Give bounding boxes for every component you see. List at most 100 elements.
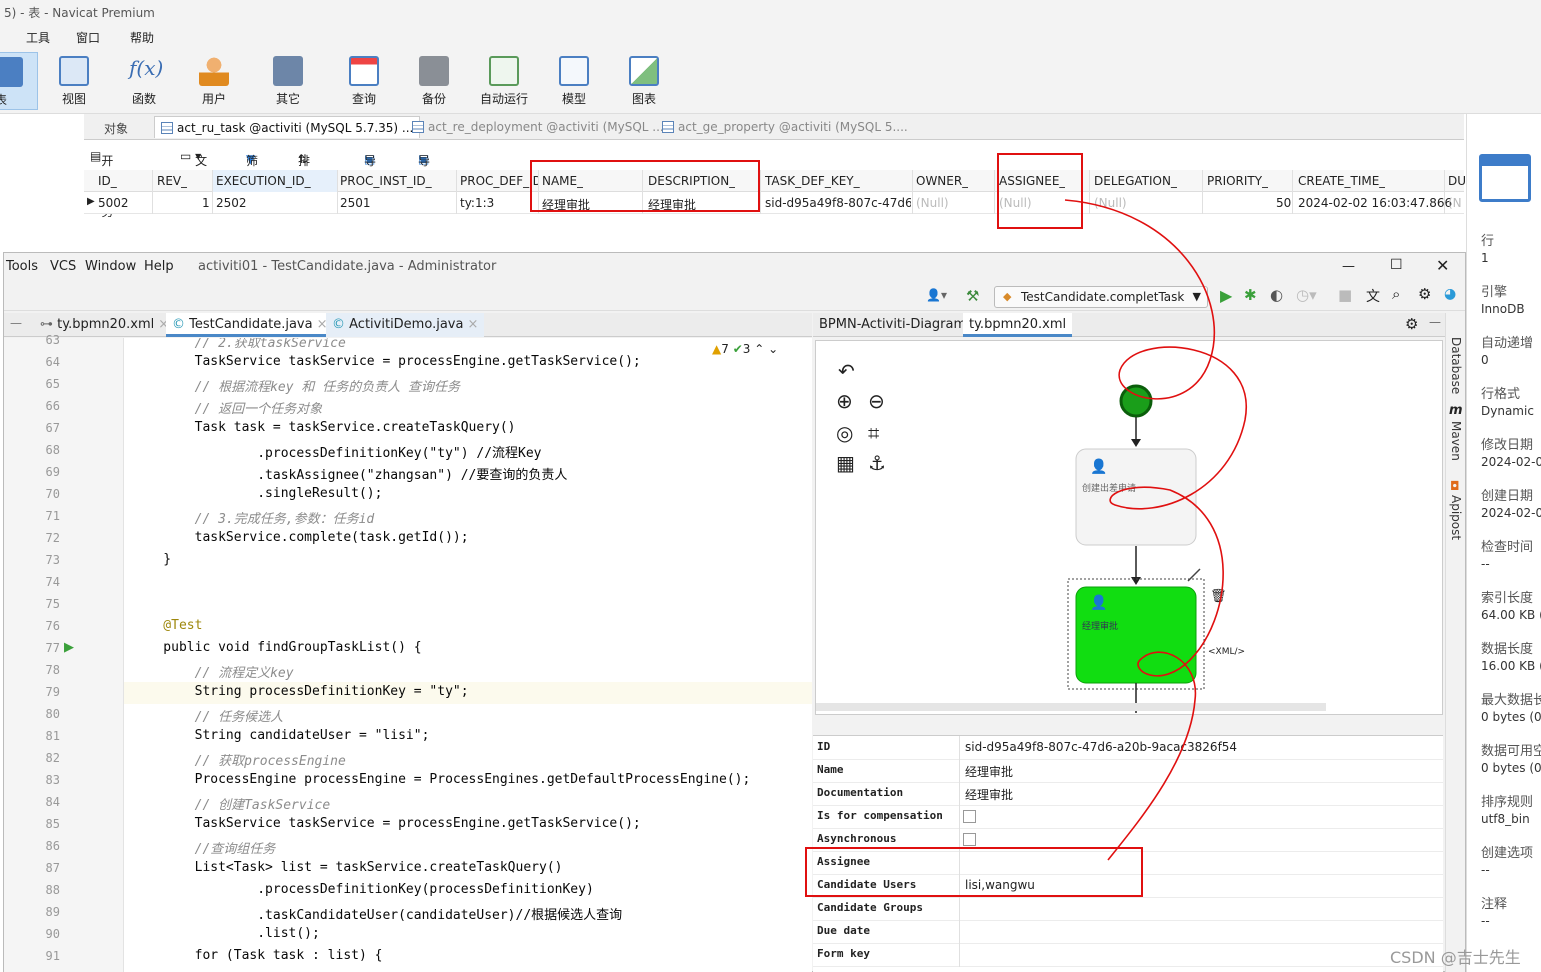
tab-objects[interactable]: 对象: [98, 116, 134, 138]
close-icon[interactable]: ✕: [1436, 256, 1449, 275]
translate-icon[interactable]: 文: [1366, 286, 1380, 306]
property-row[interactable]: Form key: [813, 943, 1443, 967]
toolbar-chart-button[interactable]: 图表: [614, 52, 674, 110]
ide-menu-tools[interactable]: Tools: [6, 259, 38, 274]
run-test-gutter-icon[interactable]: ▶: [64, 640, 74, 655]
run-config-dropdown[interactable]: ◆ TestCandidate.completTask ▼: [994, 286, 1208, 308]
text-button[interactable]: ▭ 文本 ▾: [180, 149, 207, 185]
menu-tools[interactable]: 工具: [26, 29, 50, 46]
bpmn-diagram: [816, 384, 1326, 713]
toolbar-model-button[interactable]: 模型: [544, 52, 604, 110]
property-value[interactable]: 经理审批: [965, 786, 1013, 803]
code-line: .taskCandidateUser(candidateUser)//根据候选人…: [132, 908, 623, 923]
debug-icon[interactable]: ✱: [1244, 286, 1257, 304]
profile-icon[interactable]: ◷▾: [1296, 286, 1317, 304]
bpmn-canvas[interactable]: ↶ ⊕ ⊖ ◎ ⌗ ▦ ⚓ 👤 创建出差申请 👤 经理审批 🗑 <XML/>: [815, 340, 1443, 715]
toolbar-autorun-button[interactable]: 自动运行: [474, 52, 534, 110]
coverage-icon[interactable]: ◐: [1270, 286, 1283, 304]
toolbar-view-button[interactable]: 视图: [44, 52, 104, 110]
col-proc-def-id[interactable]: PROC_DEF_ID: [460, 174, 538, 188]
info-label: 创建选项: [1481, 846, 1534, 861]
chevron-up-icon[interactable]: ⌃: [754, 342, 764, 356]
col-create-time[interactable]: CREATE_TIME_: [1298, 174, 1385, 188]
code-line: String candidateUser = "lisi";: [132, 728, 430, 743]
property-key: Form key: [817, 947, 870, 960]
right-tool-strip: Database m Maven ◘ Apipost: [1445, 313, 1465, 972]
property-value[interactable]: 经理审批: [965, 763, 1013, 780]
xml-link-label[interactable]: <XML/>: [1208, 647, 1245, 657]
code-editor[interactable]: // 2.获取taskService TaskService taskServi…: [124, 338, 812, 972]
stop-icon[interactable]: ■: [1338, 286, 1352, 304]
property-value[interactable]: sid-d95a49f8-807c-47d6-a20b-9acac3826f54: [965, 740, 1237, 754]
col-proc-inst-id[interactable]: PROC_INST_ID_: [340, 174, 432, 188]
tab-activitidemo-java[interactable]: © ActivitiDemo.java ×: [326, 313, 485, 337]
col-execution-id[interactable]: EXECUTION_ID_: [213, 170, 337, 192]
property-row[interactable]: Is for compensation: [813, 805, 1443, 829]
run-icon[interactable]: ▶: [1220, 286, 1232, 305]
chevron-down-icon[interactable]: ⌄: [768, 342, 778, 356]
minimize-panel-icon[interactable]: —: [1429, 315, 1441, 329]
apipost-tool-tab[interactable]: Apipost: [1449, 495, 1463, 540]
property-row[interactable]: Due date: [813, 920, 1443, 944]
tab-bpmn-diagram[interactable]: BPMN-Activiti-Diagram: [813, 313, 972, 337]
autorun-icon: [489, 56, 519, 86]
begin-transaction-button[interactable]: ▤ 开始事务: [90, 149, 113, 219]
col-owner[interactable]: OWNER_: [916, 174, 968, 188]
code-line: // 流程定义key: [132, 666, 294, 681]
property-checkbox[interactable]: [963, 810, 976, 823]
query-icon: [349, 56, 379, 86]
delete-icon[interactable]: 🗑: [1210, 589, 1227, 604]
col-rev[interactable]: REV_: [157, 174, 187, 188]
close-tab-icon[interactable]: ×: [467, 317, 478, 332]
maximize-icon[interactable]: ☐: [1390, 257, 1403, 273]
toolbar-query-button[interactable]: 查询: [334, 52, 394, 110]
menu-window[interactable]: 窗口: [76, 29, 100, 46]
ide-menu-window[interactable]: Window: [85, 259, 136, 274]
gear-icon[interactable]: ⚙: [1405, 315, 1418, 333]
col-delegation[interactable]: DELEGATION_: [1094, 174, 1177, 188]
column-divider: [959, 759, 960, 783]
toolbar-backup-button[interactable]: 备份: [404, 52, 464, 110]
toolbar-other-button[interactable]: 其它: [258, 52, 318, 110]
tab-menu-icon[interactable]: —: [10, 316, 22, 330]
code-line: .singleResult();: [132, 486, 383, 501]
column-divider: [959, 943, 960, 967]
database-tool-tab[interactable]: Database: [1449, 337, 1463, 394]
line-number: 82: [45, 751, 60, 765]
gear-icon[interactable]: ⚙: [1418, 285, 1431, 303]
search-icon[interactable]: ⌕: [1392, 285, 1400, 303]
col-due[interactable]: DU: [1448, 174, 1466, 188]
plugin-icon[interactable]: ◕: [1444, 286, 1456, 302]
property-row[interactable]: Name 经理审批: [813, 759, 1443, 783]
property-key: ID: [817, 740, 831, 753]
col-priority[interactable]: PRIORITY_: [1207, 174, 1268, 188]
line-number: 73: [45, 553, 60, 567]
col-task-def-key[interactable]: TASK_DEF_KEY_: [765, 174, 860, 188]
info-label: 数据长度: [1481, 642, 1534, 657]
tab-act-ru-task[interactable]: act_ru_task @activiti (MySQL 5.7.35) ...: [154, 116, 421, 138]
col-id[interactable]: ID_: [98, 174, 117, 188]
property-row[interactable]: Documentation 经理审批: [813, 782, 1443, 806]
build-hammer-icon[interactable]: ⚒: [966, 287, 979, 305]
table-row[interactable]: ▶ 5002 1 2502 2501 ty:1:3 经理审批 经理审批 sid-…: [84, 192, 1464, 214]
tab-act-re-deployment[interactable]: act_re_deployment @activiti (MySQL ...: [406, 116, 670, 138]
inspection-widget[interactable]: ▲7 ✔3 ⌃ ⌄: [712, 342, 778, 356]
property-row[interactable]: Candidate Groups: [813, 897, 1443, 921]
minimize-icon[interactable]: —: [1342, 259, 1355, 274]
ide-menu-help[interactable]: Help: [144, 259, 174, 274]
user-icon[interactable]: 👤▾: [926, 288, 947, 302]
ide-menu-vcs[interactable]: VCS: [50, 259, 76, 274]
tab-bpmn-xml[interactable]: ty.bpmn20.xml: [963, 313, 1073, 337]
tab-act-ge-property[interactable]: act_ge_property @activiti (MySQL 5....: [656, 116, 914, 138]
maven-tool-tab[interactable]: Maven: [1449, 421, 1463, 461]
line-number: 74: [45, 575, 60, 589]
menu-help[interactable]: 帮助: [130, 29, 154, 46]
code-line: public void findGroupTaskList() {: [132, 640, 422, 655]
warning-icon: ▲: [712, 342, 722, 356]
toolbar-table-button[interactable]: 表: [0, 52, 38, 110]
toolbar-user-button[interactable]: 用户: [184, 52, 244, 110]
toolbar-function-button[interactable]: f(x) 函数: [114, 52, 174, 110]
property-row[interactable]: ID sid-d95a49f8-807c-47d6-a20b-9acac3826f…: [813, 736, 1443, 760]
tab-testcandidate-java[interactable]: © TestCandidate.java ×: [166, 313, 334, 337]
property-checkbox[interactable]: [963, 833, 976, 846]
